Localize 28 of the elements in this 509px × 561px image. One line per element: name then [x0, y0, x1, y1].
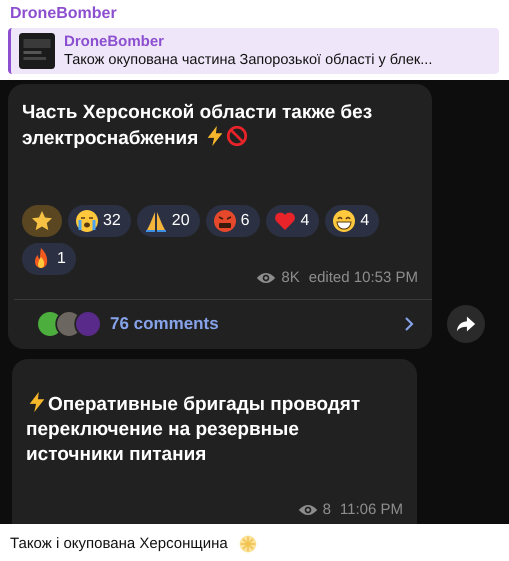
reaction-button[interactable]: 32 — [68, 205, 131, 237]
star-icon — [30, 209, 54, 233]
message-text: Оперативные бригады проводят переключение на резервные источники питания — [26, 390, 361, 466]
avatar — [74, 310, 102, 338]
reply-preview[interactable]: DroneBomber Також окупована частина Запорозької області у блек... — [8, 28, 499, 74]
caption-text: Також і окупована Херсонщина — [10, 534, 228, 554]
reaction-button[interactable]: 20 — [136, 205, 200, 237]
message-time: edited 10:53 PM — [308, 268, 418, 288]
grinning-face-icon — [332, 209, 356, 233]
reaction-button[interactable]: 6 — [206, 205, 260, 237]
thumbnail — [19, 33, 55, 69]
reaction-button[interactable] — [22, 205, 62, 237]
message-text: Часть Херсонской области также без электроснабжения — [22, 101, 374, 151]
no-entry-icon — [226, 125, 248, 147]
view-count: 8 — [322, 500, 331, 520]
angry-face-icon — [212, 209, 237, 233]
reply-author: DroneBomber — [64, 33, 166, 51]
reaction-button[interactable]: 4 — [325, 205, 380, 237]
flower-icon — [238, 534, 258, 554]
crying-face-icon — [75, 209, 99, 233]
comments-link[interactable]: 76 comments — [110, 311, 392, 337]
channel-name: DroneBomber — [9, 4, 118, 24]
message-time: 11:06 PM — [340, 500, 403, 520]
share-button[interactable] — [447, 304, 485, 342]
reaction-button[interactable]: 4 — [266, 205, 320, 237]
view-count: 8K — [281, 268, 300, 288]
reaction-button[interactable]: 1 — [22, 243, 76, 275]
reply-text: Також окупована частина Запорозької області у блек... — [64, 51, 432, 69]
